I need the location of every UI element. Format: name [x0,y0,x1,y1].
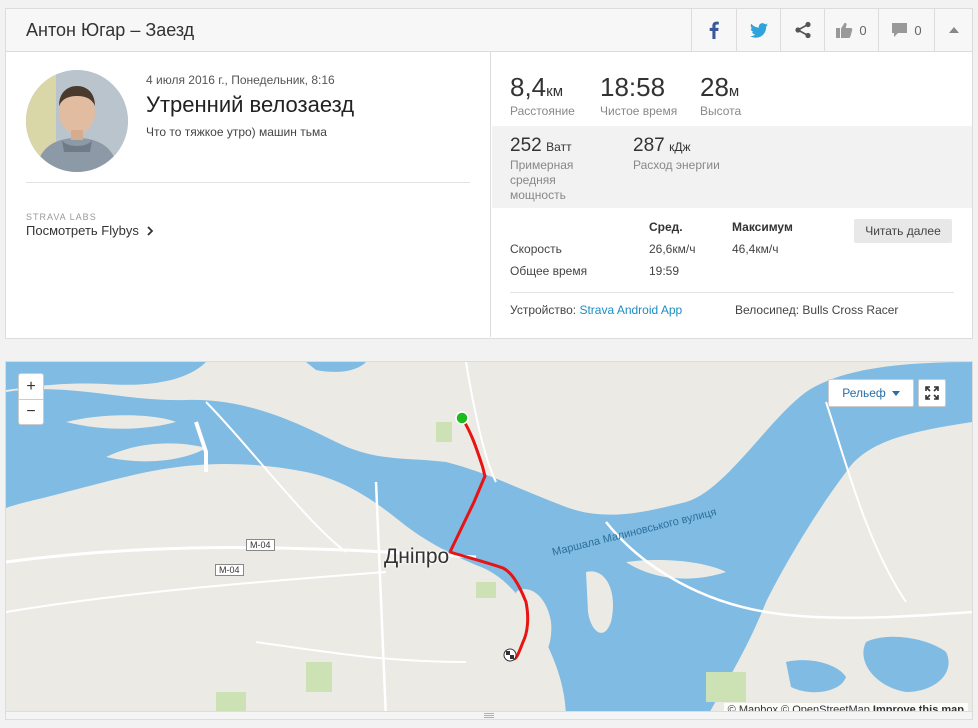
total-time-label: Общее время [510,264,588,278]
device-link[interactable]: Strava Android App [579,303,682,317]
stat-energy: 287 кДж Расход энергии [633,135,720,173]
drag-handle-icon [484,713,494,718]
stat-moving-time: 18:58 Чистое время [600,72,677,119]
stat-distance: 8,4км Расстояние [510,72,575,119]
road-label: М-04 [246,539,275,551]
activity-header: Антон Югар – Заезд 0 0 [5,8,973,52]
device-info: Устройство: Strava Android App [510,303,682,317]
kudos-button[interactable]: 0 [824,8,878,52]
energy-value: 287 [633,135,665,156]
activity-info: 4 июля 2016 г., Понедельник, 8:16 Утренн… [6,52,491,337]
route-map[interactable]: + − Рельеф Дніпро Маршала Малиновського … [5,361,973,720]
athlete-photo [26,70,128,172]
comments-button[interactable]: 0 [878,8,934,52]
activity-date: 4 июля 2016 г., Понедельник, 8:16 [146,73,335,87]
caret-up-icon [948,27,959,33]
zoom-out-button[interactable]: − [19,399,43,424]
speed-avg: 26,6км/ч [649,242,696,256]
col-max-header: Максимум [732,220,793,234]
bike-info: Велосипед: Bulls Cross Racer [735,303,898,317]
twitter-icon [749,22,768,38]
comment-icon [892,23,908,37]
power-value: 252 [510,135,542,156]
map-canvas[interactable] [6,362,972,719]
elevation-value: 28 [700,72,729,102]
energy-label: Расход энергии [633,158,720,172]
facebook-share-button[interactable] [691,8,736,52]
road-label: М-04 [215,564,244,576]
divider [26,182,470,183]
energy-unit: кДж [669,140,691,154]
flybys-link[interactable]: Посмотреть Flybys [26,223,153,238]
elevation-label: Высота [700,104,742,118]
map-resize-handle[interactable] [6,711,972,719]
device-label: Устройство: [510,303,577,317]
stat-power: 252 Ватт Примерная средняя мощность [510,135,600,203]
collapse-button[interactable] [934,8,972,52]
moving-time-value: 18:58 [600,72,666,102]
power-unit: Ватт [546,140,572,154]
bike-value: Bulls Cross Racer [802,303,899,317]
avatar[interactable] [26,70,128,172]
elevation-unit: м [728,83,740,100]
page-title: Антон Югар – Заезд [26,19,195,40]
speed-label: Скорость [510,242,562,256]
share-icon [794,21,811,39]
fullscreen-button[interactable] [918,379,946,407]
read-more-button[interactable]: Читать далее [854,219,952,243]
activity-summary: 4 июля 2016 г., Понедельник, 8:16 Утренн… [5,52,973,339]
comments-count: 0 [914,22,922,38]
speed-max: 46,4км/ч [732,242,779,256]
flybys-link-label: Посмотреть Flybys [26,223,139,238]
expand-icon [925,386,939,400]
activity-name: Утренний велозаезд [146,92,355,117]
power-panel: 252 Ватт Примерная средняя мощность 287 … [492,126,972,208]
map-layer-dropdown[interactable]: Рельеф [828,379,914,407]
distance-label: Расстояние [510,104,575,118]
power-label: Примерная средняя мощность [510,158,574,202]
divider [510,292,954,293]
activity-description: Что то тяжкое утро) машин тьма [146,125,327,139]
total-time-avg: 19:59 [649,264,680,278]
thumbs-up-icon [836,22,853,38]
zoom-in-button[interactable]: + [19,374,43,399]
distance-value: 8,4 [510,72,547,102]
share-button[interactable] [780,8,824,52]
chevron-right-icon [147,225,153,236]
activity-stats: 8,4км Расстояние 18:58 Чистое время 28м … [492,52,972,337]
twitter-share-button[interactable] [736,8,780,52]
facebook-icon [709,21,719,39]
map-layer-label: Рельеф [842,386,886,400]
caret-down-icon [891,390,900,396]
kudos-count: 0 [859,22,867,38]
bike-label: Велосипед: [735,303,800,317]
strava-labs-label: STRAVA LABS [26,212,97,222]
distance-unit: км [546,83,564,100]
zoom-controls: + − [18,373,44,425]
stat-elevation: 28м Высота [700,72,741,119]
moving-time-label: Чистое время [600,104,678,118]
col-avg-header: Сред. [649,220,683,234]
city-label: Дніпро [384,545,450,568]
